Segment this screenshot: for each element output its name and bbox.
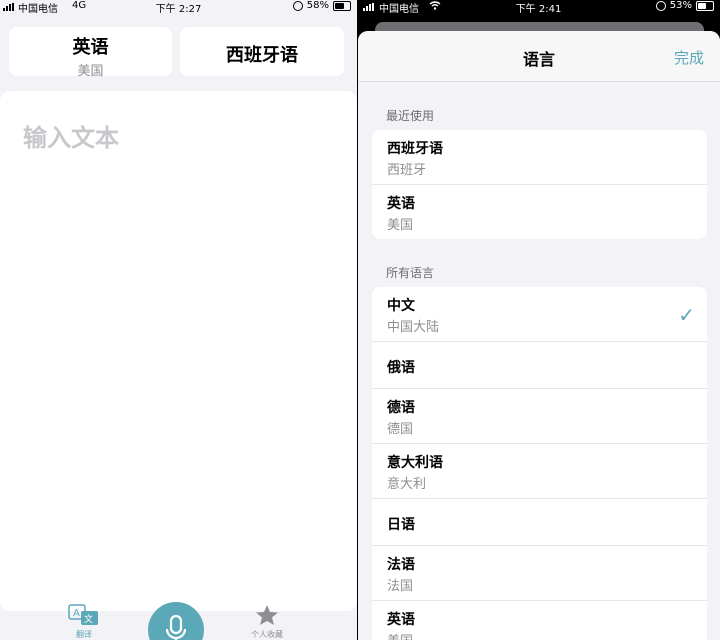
language-region: 德国 (387, 422, 414, 437)
language-name: 中文 (387, 298, 415, 314)
battery-icon (696, 0, 714, 11)
svg-text:A: A (73, 608, 80, 619)
tab-favorites-label: 个人收藏 (251, 630, 283, 639)
battery-percent: 58% (306, 0, 329, 11)
all-section-header: 所有语言 (386, 266, 435, 280)
language-name: 俄语 (387, 360, 415, 376)
done-button[interactable]: 完成 (674, 47, 704, 68)
recent-language-list: 西班牙语 西班牙 英语 美国 (372, 130, 707, 239)
tab-translate[interactable]: A 文 翻译 (62, 604, 106, 640)
checkmark-icon: ✓ (678, 303, 695, 327)
language-region: 法国 (387, 579, 414, 594)
language-row[interactable]: 法语 法国 (372, 546, 707, 601)
all-language-list: 中文 中国大陆 ✓ 俄语 德语 德国 意大利语 意大利 日语 法语 法国 英语 (372, 287, 707, 640)
language-row[interactable]: 俄语 (372, 342, 707, 389)
orientation-lock-icon (292, 0, 303, 11)
tab-translate-label: 翻译 (76, 630, 92, 639)
language-region: 西班牙 (387, 163, 427, 178)
battery-percent: 53% (669, 0, 692, 11)
language-name: 法语 (387, 557, 415, 573)
language-row[interactable]: 日语 (372, 499, 707, 546)
battery-icon (333, 0, 351, 11)
translate-screen: 中国电信 4G 下午 2:27 58% 英语 美国 西班牙语 输入文本 A 文 … (0, 0, 357, 640)
source-language-button[interactable]: 英语 美国 (9, 27, 172, 79)
tab-bar: A 文 翻译 个人收藏 (0, 600, 357, 640)
language-name: 英语 (387, 612, 415, 628)
language-name: 西班牙语 (387, 141, 443, 157)
sheet-title: 语言 (522, 50, 555, 69)
language-region: 美国 (387, 218, 414, 233)
sheet-header: 语言 完成 (358, 31, 720, 82)
status-bar: 中国电信 4G 下午 2:27 58% (0, 0, 357, 15)
language-row[interactable]: 中文 中国大陆 ✓ (372, 287, 707, 342)
star-icon (256, 605, 278, 625)
language-name: 日语 (387, 517, 415, 533)
language-name: 英语 (387, 196, 415, 212)
target-language-name: 西班牙语 (226, 45, 298, 66)
language-region: 美国 (387, 630, 413, 640)
source-language-region: 美国 (77, 64, 104, 79)
language-row[interactable]: 西班牙语 西班牙 (372, 130, 707, 185)
tab-favorites[interactable]: 个人收藏 (240, 604, 294, 640)
language-row[interactable]: 德语 德国 (372, 389, 707, 444)
language-name: 意大利语 (387, 455, 443, 471)
orientation-lock-icon (655, 0, 666, 11)
recent-section-header: 最近使用 (386, 109, 435, 123)
language-row[interactable]: 英语 美国 (372, 601, 707, 640)
input-placeholder: 输入文本 (23, 124, 119, 152)
translate-icon: A 文 (68, 604, 98, 625)
source-language-name: 英语 (72, 37, 109, 58)
language-picker-screen: 中国电信 下午 2:41 53% 语言 完成 最近使用 西班牙语 西班牙 英语 … (357, 0, 720, 640)
status-bar: 中国电信 下午 2:41 53% (357, 0, 720, 15)
language-row[interactable]: 意大利语 意大利 (372, 444, 707, 499)
svg-text:文: 文 (84, 613, 93, 625)
text-input-area[interactable]: 输入文本 (0, 91, 357, 640)
language-row[interactable]: 英语 美国 (372, 185, 707, 239)
language-sheet: 语言 完成 最近使用 西班牙语 西班牙 英语 美国 所有语言 中文 中国大陆 ✓… (358, 31, 720, 640)
language-name: 德语 (387, 400, 415, 416)
target-language-button[interactable]: 西班牙语 (180, 27, 344, 76)
language-region: 中国大陆 (387, 320, 440, 335)
language-region: 意大利 (387, 477, 427, 492)
